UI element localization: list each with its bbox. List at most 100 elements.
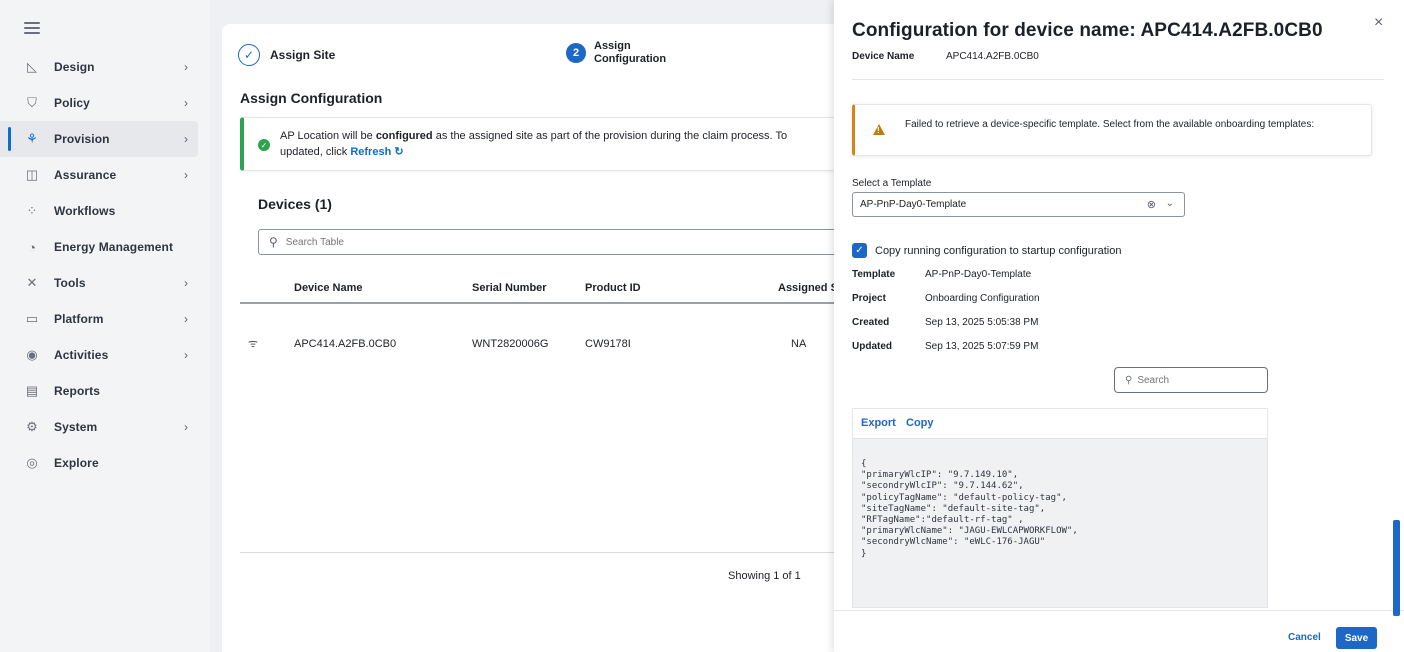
sidebar-item-assurance[interactable]: ◫ Assurance › xyxy=(0,157,210,193)
cell-device-name: APC414.A2FB.0CB0 xyxy=(294,338,397,350)
table-footer-divider xyxy=(240,552,862,553)
sidebar-item-label: Explore xyxy=(54,456,99,470)
table-row[interactable]: ᯤ APC414.A2FB.0CB0 WNT2820006G CW9178I N… xyxy=(240,338,862,358)
ruler-pencil-icon: ◺ xyxy=(27,59,37,74)
footer-divider xyxy=(834,610,1404,611)
code-toolbar: Export Copy xyxy=(853,409,1267,439)
chevron-right-icon: › xyxy=(184,312,188,326)
sidebar-item-policy[interactable]: ⛉ Policy › xyxy=(0,85,210,121)
sidebar-item-tools[interactable]: ✕ Tools › xyxy=(0,265,210,301)
sidebar-item-label: System xyxy=(54,420,98,434)
refresh-icon: ↻ xyxy=(394,146,404,158)
gear-icon: ⚙ xyxy=(26,419,38,434)
cancel-button[interactable]: Cancel xyxy=(1288,632,1321,643)
sidebar-item-activities[interactable]: ◉ Activities › xyxy=(0,337,210,373)
sidebar-item-label: Policy xyxy=(54,96,90,110)
sidebar-item-label: Energy Management xyxy=(54,240,174,254)
copy-button[interactable]: Copy xyxy=(906,417,934,429)
chevron-right-icon: › xyxy=(184,132,188,146)
platform-icon: ▭ xyxy=(25,311,39,326)
sidebar-item-energy-management[interactable]: ◔ Energy Management xyxy=(0,229,210,265)
compass-icon: ◎ xyxy=(26,455,38,470)
detail-value: Sep 13, 2025 5:05:38 PM xyxy=(925,317,1039,328)
panel-title: Configuration for device name: APC414.A2… xyxy=(852,20,1323,41)
col-device-name[interactable]: Device Name xyxy=(294,282,363,294)
checkbox-checked-icon[interactable]: ✓ xyxy=(852,243,867,258)
device-name-value: APC414.A2FB.0CB0 xyxy=(946,51,1039,62)
search-table-input[interactable] xyxy=(285,236,786,248)
sidebar-item-label: Reports xyxy=(54,384,101,398)
cell-product-id: CW9178I xyxy=(585,338,631,350)
sidebar-item-reports[interactable]: ▤ Reports xyxy=(0,373,210,409)
close-icon[interactable]: × xyxy=(1374,14,1383,32)
pagination-status: Showing 1 of 1 xyxy=(728,570,801,582)
chevron-right-icon: › xyxy=(184,96,188,110)
copy-config-checkbox-row[interactable]: ✓ Copy running configuration to startup … xyxy=(852,243,1121,258)
warning-text: Failed to retrieve a device-specific tem… xyxy=(905,119,1315,130)
chevron-right-icon: › xyxy=(184,276,188,290)
scrollbar-thumb[interactable] xyxy=(1393,520,1400,616)
config-code-box: Export Copy { "primaryWlcIP": "9.7.149.1… xyxy=(852,408,1268,608)
reports-icon: ▤ xyxy=(25,383,39,398)
step-assign-configuration[interactable]: 2 Assign Configuration xyxy=(566,40,666,66)
detail-key: Updated xyxy=(852,341,892,352)
alert-text-part: updated, click xyxy=(280,146,351,158)
chevron-down-icon[interactable]: ⌄ xyxy=(1166,198,1174,209)
tools-icon: ✕ xyxy=(26,275,38,290)
config-side-panel: Configuration for device name: APC414.A2… xyxy=(834,0,1404,652)
warning-alert: Failed to retrieve a device-specific tem… xyxy=(852,104,1372,156)
config-search-input[interactable] xyxy=(1137,374,1248,386)
devices-title: Devices (1) xyxy=(258,196,332,212)
detail-value: Onboarding Configuration xyxy=(925,293,1040,304)
warning-icon xyxy=(873,124,885,135)
sidebar-item-workflows[interactable]: ⁘ Workflows xyxy=(0,193,210,229)
provision-icon: ⚘ xyxy=(26,131,38,146)
step-assign-site[interactable]: ✓ Assign Site xyxy=(238,24,335,86)
col-serial-number[interactable]: Serial Number xyxy=(472,282,547,294)
sidebar-item-provision[interactable]: ⚘ Provision › xyxy=(0,121,198,157)
detail-key: Project xyxy=(852,293,886,304)
step-label: Assign Configuration xyxy=(594,40,666,66)
table-header: Device Name Serial Number Product ID Ass… xyxy=(240,276,862,304)
assurance-icon: ◫ xyxy=(25,167,39,182)
refresh-link-label: Refresh xyxy=(350,146,392,158)
info-alert: ✓ AP Location will be configured as the … xyxy=(240,117,862,171)
search-table-field[interactable]: ⚲ xyxy=(258,229,862,255)
detail-value: AP-PnP-Day0-Template xyxy=(925,269,1032,280)
main-card: ✓ Assign Site 2 Assign Configuration Ass… xyxy=(222,24,862,652)
wifi-icon: ᯤ xyxy=(248,338,259,350)
workflow-icon: ⁘ xyxy=(26,203,38,218)
export-button[interactable]: Export xyxy=(861,417,896,429)
search-icon: ⚲ xyxy=(1125,374,1133,386)
cell-assigned-site: NA xyxy=(791,338,807,350)
alert-text-bold: configured xyxy=(375,130,433,142)
cell-serial-number: WNT2820006G xyxy=(472,338,549,350)
success-check-icon: ✓ xyxy=(258,139,270,151)
sidebar-item-explore[interactable]: ◎ Explore xyxy=(0,445,210,481)
device-name-label: Device Name xyxy=(852,51,915,62)
save-button[interactable]: Save xyxy=(1336,627,1377,649)
sidebar-item-label: Activities xyxy=(54,348,109,362)
chevron-right-icon: › xyxy=(184,60,188,74)
clear-icon[interactable]: ⊗ xyxy=(1147,198,1156,211)
chevron-right-icon: › xyxy=(184,348,188,362)
template-select-value: AP-PnP-Day0-Template xyxy=(860,199,967,210)
template-select[interactable]: AP-PnP-Day0-Template ⊗ ⌄ xyxy=(852,192,1185,217)
sidebar-item-system[interactable]: ⚙ System › xyxy=(0,409,210,445)
divider xyxy=(852,79,1384,80)
activities-icon: ◉ xyxy=(26,347,38,362)
sidebar-nav: ◺ Design › ⛉ Policy › ⚘ Provision › ◫ Assurance › ⁘ W… xyxy=(0,49,210,481)
hamburger-menu-icon[interactable] xyxy=(24,22,40,36)
col-assigned-site[interactable]: Assigned S xyxy=(778,282,838,294)
step-number: 2 xyxy=(566,43,586,63)
chevron-right-icon: › xyxy=(184,168,188,182)
chevron-right-icon: › xyxy=(184,420,188,434)
sidebar-item-design[interactable]: ◺ Design › xyxy=(0,49,210,85)
shield-icon: ⛉ xyxy=(27,95,37,110)
refresh-link[interactable]: Refresh ↻ xyxy=(350,146,403,158)
config-search-field[interactable]: ⚲ xyxy=(1114,367,1268,393)
step-label: Assign Site xyxy=(270,48,336,62)
checkbox-label: Copy running configuration to startup co… xyxy=(875,244,1122,257)
sidebar-item-platform[interactable]: ▭ Platform › xyxy=(0,301,210,337)
col-product-id[interactable]: Product ID xyxy=(585,282,641,294)
